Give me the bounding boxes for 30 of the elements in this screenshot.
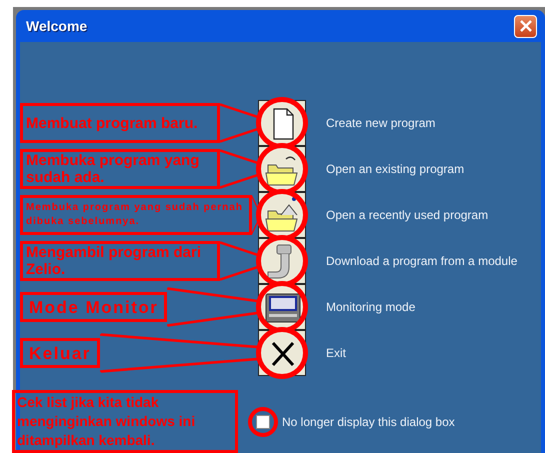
leader-line [252, 196, 258, 234]
annotation-note: Mode Monitor [20, 292, 168, 322]
annotation-note: Membuka program yang sudah pernah dibuka sebelumnya. [20, 195, 252, 235]
option-label[interactable]: Exit [326, 346, 346, 360]
plug-icon [268, 244, 292, 278]
checkbox-label[interactable]: No longer display this dialog box [282, 414, 455, 428]
annotation-note: Membuka program yang sudah ada. [20, 149, 220, 189]
highlight-ring [256, 327, 308, 379]
option-label[interactable]: Create new program [326, 116, 436, 130]
folder-icon [265, 156, 298, 186]
device-icon [266, 294, 300, 322]
leader-line [220, 103, 258, 143]
option-label[interactable]: Open a recently used program [326, 208, 488, 222]
option-label[interactable]: Monitoring mode [326, 300, 416, 314]
folder-icon [265, 197, 298, 232]
annotation-note: Membuat program baru. [20, 103, 220, 143]
highlight-ring [248, 406, 278, 436]
annotation-note: Mengambil program dari Zelio. [20, 241, 220, 281]
document-icon [273, 108, 294, 140]
leader-line [220, 149, 258, 189]
option-label[interactable]: Download a program from a module [326, 254, 518, 268]
close-icon [272, 342, 294, 366]
annotation-note: Cek list jika kita tidak menginginkan windows ini ditampilkan kembali. [12, 390, 238, 453]
close-icon [518, 19, 532, 33]
option-label[interactable]: Open an existing program [326, 162, 464, 176]
close-button[interactable] [514, 14, 537, 38]
leader-line [220, 241, 258, 281]
checkbox[interactable] [256, 414, 270, 428]
annotation-note: Keluar [20, 338, 100, 368]
window-title: Welcome [26, 18, 88, 34]
